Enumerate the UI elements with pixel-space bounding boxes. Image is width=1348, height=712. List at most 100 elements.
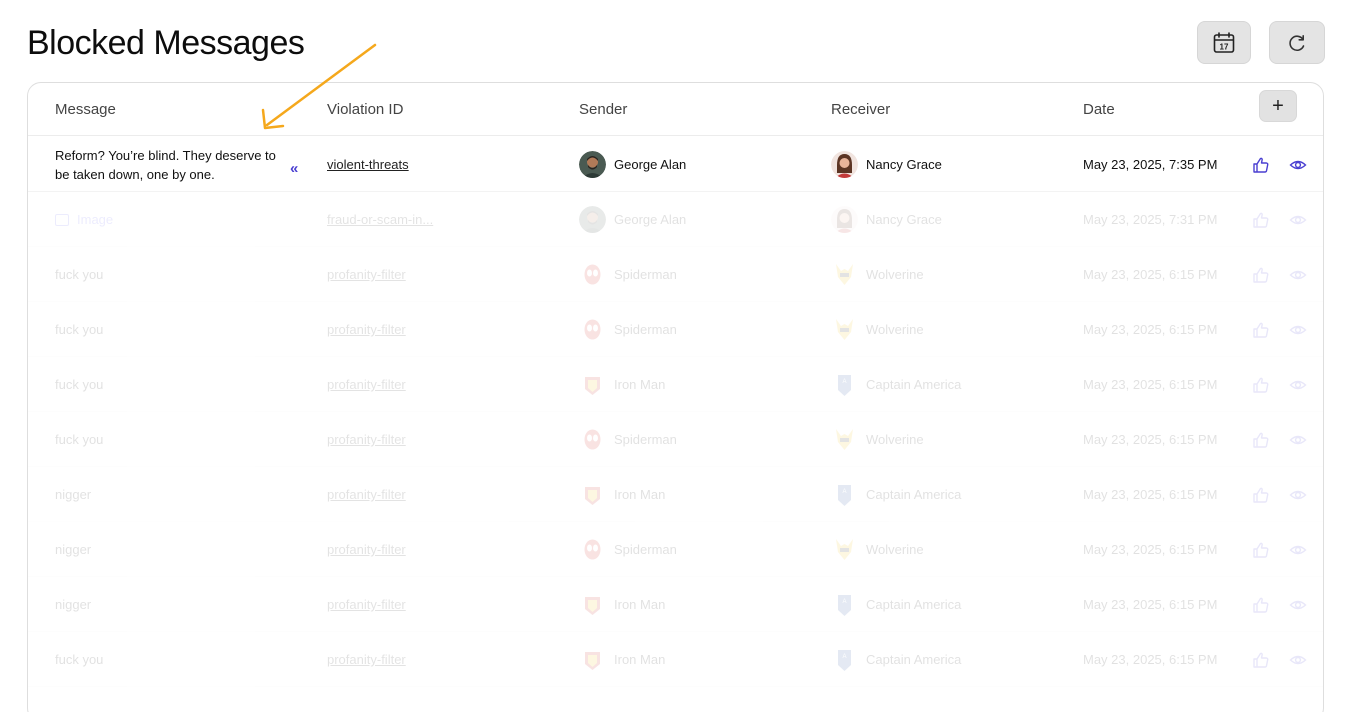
calendar-icon: 17 bbox=[1213, 31, 1235, 53]
sender-name: Iron Man bbox=[614, 377, 666, 392]
receiver-avatar bbox=[831, 206, 858, 233]
message-cell: fuck you bbox=[55, 302, 285, 357]
table-row[interactable]: nigger profanity-filter Iron Man A Captain A… bbox=[28, 467, 1323, 522]
receiver-avatar bbox=[831, 151, 858, 178]
table-row[interactable]: fuck you profanity-filter Spiderman Wolveri… bbox=[28, 302, 1323, 357]
column-header-sender[interactable]: Sender bbox=[579, 101, 627, 118]
sender-cell: Iron Man bbox=[579, 577, 799, 632]
add-column-button[interactable]: + bbox=[1259, 90, 1297, 122]
violation-id-link[interactable]: profanity-filter bbox=[327, 632, 447, 687]
sender-avatar bbox=[579, 316, 606, 343]
message-cell: nigger bbox=[55, 467, 285, 522]
message-cell: nigger bbox=[55, 577, 285, 632]
date-cell: May 23, 2025, 7:31 PM bbox=[1083, 212, 1218, 227]
column-header-violation-id[interactable]: Violation ID bbox=[327, 101, 403, 118]
sender-cell: Spiderman bbox=[579, 412, 799, 467]
receiver-cell: Wolverine bbox=[831, 522, 1051, 577]
eye-icon[interactable] bbox=[1289, 522, 1309, 577]
table-row[interactable]: Image fraud-or-scam-in... George Alan Nancy… bbox=[28, 192, 1323, 247]
receiver-cell: A Captain America bbox=[831, 357, 1051, 412]
thumbs-up-icon[interactable] bbox=[1252, 522, 1272, 577]
violation-id-link[interactable]: profanity-filter bbox=[327, 467, 447, 522]
violation-id-link[interactable]: fraud-or-scam-in... bbox=[327, 192, 447, 247]
table-row[interactable]: nigger profanity-filter Iron Man A Captain A… bbox=[28, 577, 1323, 632]
sender-name: Spiderman bbox=[614, 322, 677, 337]
violation-id-link[interactable]: profanity-filter bbox=[327, 247, 447, 302]
collapse-chevrons-icon[interactable]: « bbox=[290, 141, 306, 196]
sender-cell: Spiderman bbox=[579, 522, 799, 577]
table-row[interactable]: fuck you profanity-filter Spiderman Wolveri… bbox=[28, 247, 1323, 302]
message-text: nigger bbox=[55, 487, 92, 502]
sender-cell: Spiderman bbox=[579, 302, 799, 357]
thumbs-up-icon[interactable] bbox=[1252, 302, 1272, 357]
thumbs-up-icon[interactable] bbox=[1252, 357, 1272, 412]
sender-name: Spiderman bbox=[614, 267, 677, 282]
message-cell: fuck you bbox=[55, 247, 285, 302]
violation-id-link[interactable]: profanity-filter bbox=[327, 302, 447, 357]
date-cell: May 23, 2025, 7:35 PM bbox=[1083, 157, 1218, 172]
table-row[interactable]: nigger profanity-filter Spiderman Wolverine… bbox=[28, 522, 1323, 577]
sender-avatar bbox=[579, 536, 606, 563]
eye-icon[interactable] bbox=[1289, 247, 1309, 302]
thumbs-up-icon[interactable] bbox=[1252, 137, 1272, 192]
message-cell: nigger bbox=[55, 522, 285, 577]
receiver-name: Wolverine bbox=[866, 267, 924, 282]
sender-cell: George Alan bbox=[579, 137, 799, 192]
eye-icon[interactable] bbox=[1289, 632, 1309, 687]
sender-avatar bbox=[579, 151, 606, 178]
calendar-button[interactable]: 17 bbox=[1197, 21, 1251, 64]
message-cell: fuck you bbox=[55, 412, 285, 467]
sender-name: Spiderman bbox=[614, 432, 677, 447]
thumbs-up-icon[interactable] bbox=[1252, 577, 1272, 632]
violation-id-link[interactable]: profanity-filter bbox=[327, 357, 447, 412]
violation-id-link[interactable]: profanity-filter bbox=[327, 577, 447, 632]
svg-text:17: 17 bbox=[1220, 42, 1229, 51]
eye-icon[interactable] bbox=[1289, 192, 1309, 247]
sender-cell: Iron Man bbox=[579, 467, 799, 522]
table-row[interactable]: Reform? You’re blind. They deserve to be… bbox=[28, 137, 1323, 192]
sender-avatar bbox=[579, 206, 606, 233]
table-row[interactable]: fuck you profanity-filter Spiderman Wolveri… bbox=[28, 412, 1323, 467]
svg-text:A: A bbox=[842, 654, 846, 660]
column-header-date[interactable]: Date bbox=[1083, 101, 1115, 118]
receiver-avatar: A bbox=[831, 591, 858, 618]
receiver-name: Nancy Grace bbox=[866, 157, 942, 172]
message-cell: fuck you bbox=[55, 357, 285, 412]
receiver-name: Nancy Grace bbox=[866, 212, 942, 227]
receiver-avatar bbox=[831, 261, 858, 288]
date-cell: May 23, 2025, 6:15 PM bbox=[1083, 542, 1218, 557]
sender-avatar bbox=[579, 646, 606, 673]
sender-avatar bbox=[579, 591, 606, 618]
violation-id-link[interactable]: profanity-filter bbox=[327, 522, 447, 577]
eye-icon[interactable] bbox=[1289, 577, 1309, 632]
eye-icon[interactable] bbox=[1289, 357, 1309, 412]
thumbs-up-icon[interactable] bbox=[1252, 632, 1272, 687]
column-header-message[interactable]: Message bbox=[55, 101, 116, 118]
refresh-icon bbox=[1289, 34, 1305, 51]
refresh-button[interactable] bbox=[1269, 21, 1325, 64]
receiver-cell: Nancy Grace bbox=[831, 192, 1051, 247]
eye-icon[interactable] bbox=[1289, 302, 1309, 357]
violation-id-link[interactable]: violent-threats bbox=[327, 137, 447, 192]
thumbs-up-icon[interactable] bbox=[1252, 247, 1272, 302]
thumbs-up-icon[interactable] bbox=[1252, 192, 1272, 247]
receiver-name: Captain America bbox=[866, 597, 962, 612]
table-row[interactable]: fuck you profanity-filter Iron Man A Captain… bbox=[28, 632, 1323, 687]
sender-name: George Alan bbox=[614, 212, 687, 227]
receiver-cell: A Captain America bbox=[831, 632, 1051, 687]
thumbs-up-icon[interactable] bbox=[1252, 467, 1272, 522]
eye-icon[interactable] bbox=[1289, 412, 1309, 467]
message-cell: Image bbox=[55, 192, 285, 247]
receiver-name: Captain America bbox=[866, 487, 962, 502]
column-header-receiver[interactable]: Receiver bbox=[831, 101, 890, 118]
message-text: fuck you bbox=[55, 432, 104, 447]
eye-icon[interactable] bbox=[1289, 137, 1309, 192]
eye-icon[interactable] bbox=[1289, 467, 1309, 522]
receiver-avatar bbox=[831, 426, 858, 453]
table-row[interactable]: fuck you profanity-filter Iron Man A Captain… bbox=[28, 357, 1323, 412]
receiver-cell: Wolverine bbox=[831, 247, 1051, 302]
image-icon bbox=[55, 213, 69, 226]
violation-id-link[interactable]: profanity-filter bbox=[327, 412, 447, 467]
sender-avatar bbox=[579, 481, 606, 508]
thumbs-up-icon[interactable] bbox=[1252, 412, 1272, 467]
